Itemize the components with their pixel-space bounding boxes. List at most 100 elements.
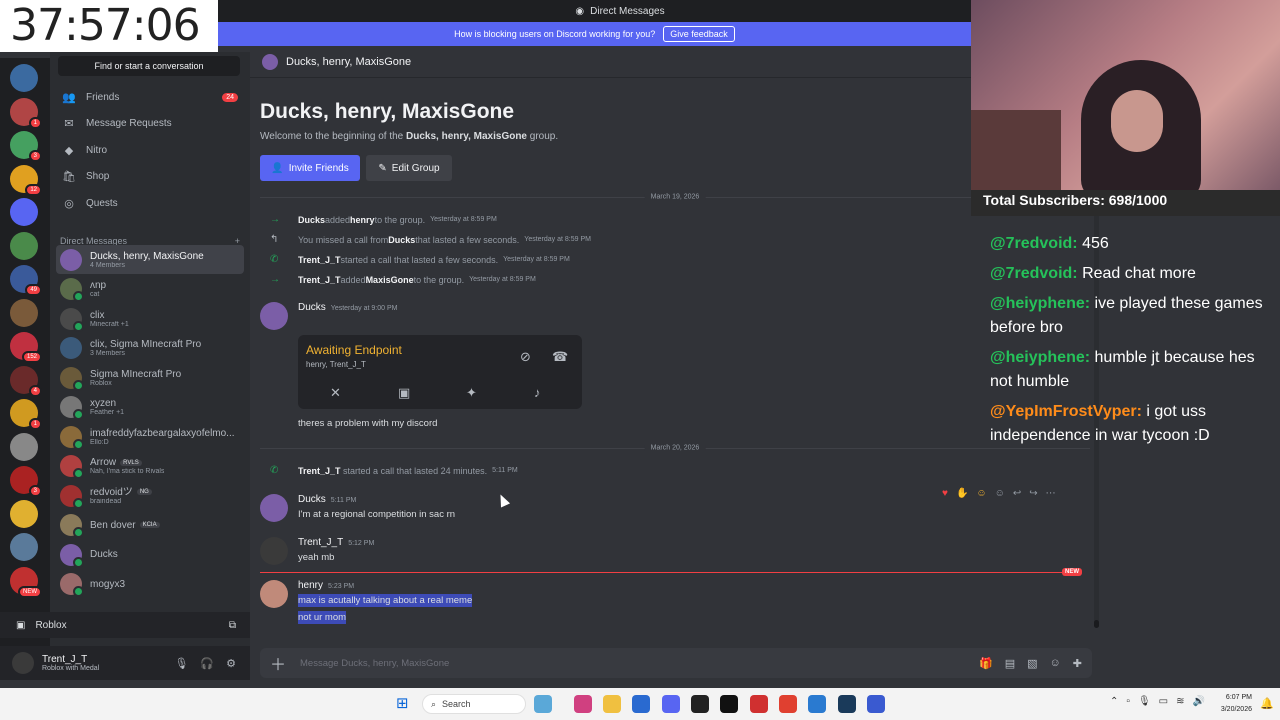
gif-icon[interactable]: ▤: [1005, 657, 1015, 670]
invite-friends-button[interactable]: 👤 Invite Friends: [260, 155, 360, 181]
server-icon[interactable]: 1: [10, 399, 42, 430]
app-icon[interactable]: [691, 695, 709, 713]
forward-icon[interactable]: ↪: [1029, 488, 1037, 499]
headphones-icon[interactable]: 🎧: [200, 657, 214, 670]
app-tray-icon[interactable]: ▫: [1126, 696, 1130, 707]
hangup-icon[interactable]: ☎: [552, 349, 568, 365]
app-icon[interactable]: [750, 695, 768, 713]
sys-part[interactable]: MaxisGone: [366, 275, 414, 285]
reply-icon[interactable]: ↩: [1013, 488, 1021, 499]
server-icon[interactable]: [10, 198, 38, 226]
dm-item[interactable]: xyzen Feather +1: [56, 393, 244, 422]
copilot-app-icon[interactable]: [574, 695, 592, 713]
dm-item[interactable]: Ben dover KCIA: [56, 511, 244, 540]
server-icon[interactable]: NEW: [10, 566, 42, 598]
gift-icon[interactable]: 🎁: [979, 657, 993, 670]
clock[interactable]: 6:07 PM 3/20/2026: [1208, 692, 1252, 716]
taskbar-search[interactable]: ⌕ Search: [422, 694, 526, 714]
dm-item[interactable]: mogyx3: [56, 570, 244, 599]
windows-start-icon[interactable]: ⊞: [396, 696, 412, 712]
sys-part[interactable]: Ducks: [298, 215, 325, 225]
dm-item[interactable]: Ducks, henry, MaxisGone 4 Members: [56, 245, 244, 274]
camera-off-icon[interactable]: ✕: [330, 385, 341, 401]
dm-item[interactable]: clix Minecraft +1: [56, 304, 244, 333]
display-tray-icon[interactable]: ▭: [1159, 696, 1168, 707]
sidebar-item-shop[interactable]: 🛍 Shop: [58, 165, 242, 189]
dm-item[interactable]: Arrow RVLS Nah, I'ma stick to Rivals: [56, 452, 244, 481]
server-icon[interactable]: [10, 499, 38, 528]
server-icon[interactable]: [10, 533, 38, 561]
sidebar-item-message-requests[interactable]: ✉ Message Requests: [58, 112, 242, 136]
screenshare-icon[interactable]: ▣: [398, 385, 410, 401]
author-name[interactable]: Ducks: [298, 302, 326, 313]
dm-item[interactable]: imafreddyfazbeargalaxyofelmo... Ello:D: [56, 422, 244, 451]
avatar[interactable]: [260, 580, 288, 608]
hand-react-icon[interactable]: ✋: [956, 488, 968, 499]
chrome-icon[interactable]: [779, 695, 797, 713]
server-icon[interactable]: 12: [10, 164, 42, 196]
wifi-icon[interactable]: ≋: [1176, 696, 1184, 707]
user-avatar[interactable]: [12, 652, 34, 674]
outlook-icon[interactable]: [632, 695, 650, 713]
sys-user[interactable]: Trent_J_T: [298, 466, 341, 476]
author-name[interactable]: Ducks: [298, 494, 326, 505]
steam-icon[interactable]: [838, 695, 856, 713]
server-icon[interactable]: 3: [10, 131, 42, 162]
notification-bell-icon[interactable]: 🔔: [1260, 697, 1274, 710]
game-overlay-icon[interactable]: ⧉: [229, 620, 236, 631]
dm-item[interactable]: ʌnp cat: [56, 275, 244, 304]
app-icon[interactable]: [720, 695, 738, 713]
video-off-icon[interactable]: ⊘: [520, 349, 531, 365]
author-name[interactable]: Trent_J_T: [298, 537, 343, 548]
edit-group-button[interactable]: ✎ Edit Group: [366, 155, 452, 181]
attach-plus-icon[interactable]: ＋: [270, 651, 286, 675]
server-icon[interactable]: 1: [10, 97, 42, 129]
server-icon[interactable]: 152: [10, 332, 42, 363]
give-feedback-button[interactable]: Give feedback: [663, 26, 735, 42]
microphone-icon[interactable]: 🎙: [174, 657, 188, 670]
dm-item[interactable]: redvoidツ NG braindead: [56, 481, 244, 510]
apps-icon[interactable]: ✚: [1073, 657, 1082, 670]
emoji-react-icon[interactable]: ☺: [976, 488, 986, 499]
add-reaction-icon[interactable]: ☺: [995, 488, 1005, 499]
server-icon[interactable]: [10, 432, 38, 461]
sys-part[interactable]: Trent_J_T: [298, 255, 341, 265]
avatar[interactable]: [260, 302, 288, 330]
message-input[interactable]: Message Ducks, henry, MaxisGone: [300, 658, 449, 669]
emoji-icon[interactable]: ☺: [1050, 657, 1061, 670]
app-icon[interactable]: [808, 695, 826, 713]
activities-icon[interactable]: ✦: [466, 385, 477, 401]
author-name[interactable]: henry: [298, 580, 323, 591]
sys-part[interactable]: Ducks: [388, 235, 415, 245]
heart-react-icon[interactable]: ♥: [942, 488, 948, 499]
server-icon[interactable]: 3: [10, 466, 42, 497]
soundboard-icon[interactable]: ♪: [534, 385, 541, 400]
dm-item[interactable]: Ducks: [56, 540, 244, 569]
sys-part[interactable]: henry: [350, 215, 375, 225]
sys-part[interactable]: Trent_J_T: [298, 275, 341, 285]
app-icon[interactable]: [867, 695, 885, 713]
server-icon[interactable]: [10, 298, 38, 327]
chevron-up-icon[interactable]: ⌃: [1110, 696, 1118, 707]
mic-tray-icon[interactable]: 🎙: [1138, 696, 1151, 707]
widgets-app-icon[interactable]: [534, 695, 552, 713]
server-icon[interactable]: 4: [10, 365, 42, 397]
sidebar-item-friends[interactable]: 👥 Friends 24: [58, 85, 242, 109]
server-icon[interactable]: [10, 64, 38, 92]
game-activity-bar[interactable]: ▣ Roblox ⧉: [0, 612, 250, 638]
server-icon[interactable]: 49: [10, 265, 42, 296]
find-conversation-input[interactable]: Find or start a conversation: [58, 56, 240, 76]
more-icon[interactable]: ⋯: [1046, 488, 1056, 499]
sidebar-item-nitro[interactable]: ◆ Nitro: [58, 138, 242, 162]
dm-item[interactable]: Sigma MInecraft Pro Roblox: [56, 363, 244, 392]
sticker-icon[interactable]: ▧: [1027, 657, 1037, 670]
sidebar-item-quests[interactable]: ◎ Quests: [58, 191, 242, 215]
volume-icon[interactable]: 🔊: [1192, 696, 1204, 707]
server-icon[interactable]: [10, 231, 38, 260]
file-explorer-icon[interactable]: [603, 695, 621, 713]
discord-taskbar-icon[interactable]: [662, 695, 680, 713]
avatar[interactable]: [260, 494, 288, 522]
settings-gear-icon[interactable]: ⚙: [226, 657, 236, 670]
avatar[interactable]: [260, 537, 288, 565]
scroll-thumb[interactable]: [1094, 620, 1099, 628]
